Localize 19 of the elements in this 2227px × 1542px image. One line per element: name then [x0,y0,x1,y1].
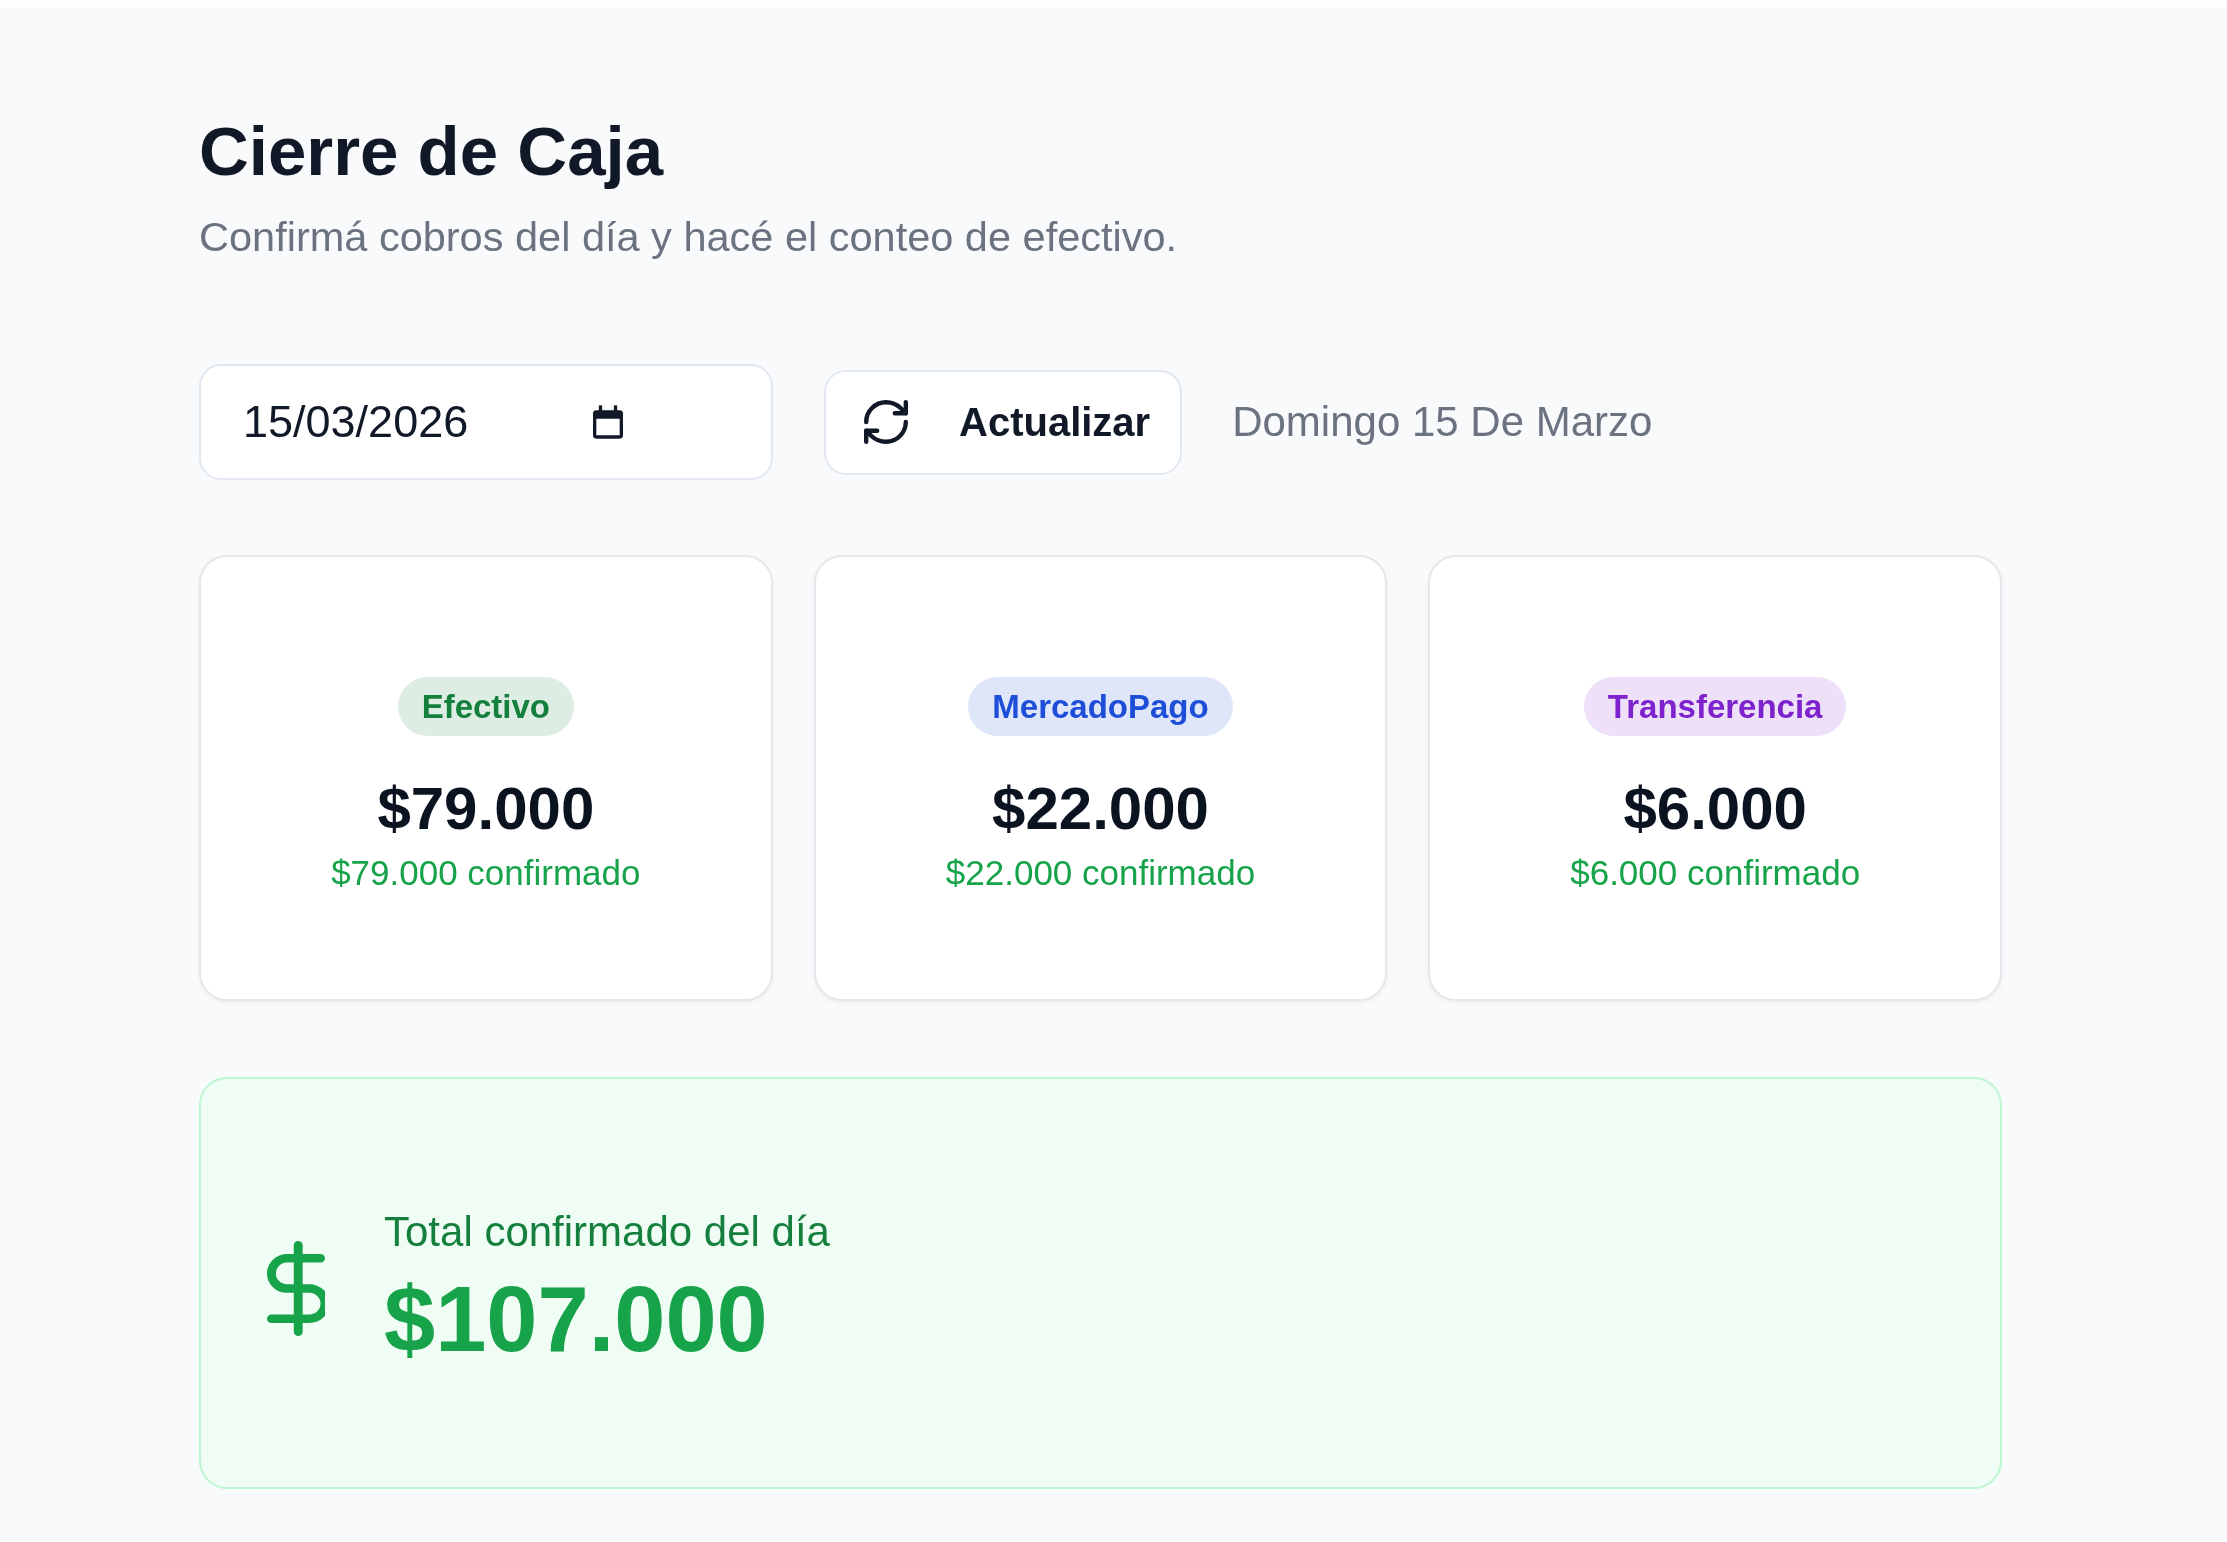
page-subtitle: Confirmá cobros del día y hacé el conteo de efectivo. [199,212,1178,262]
total-amount: $107.000 [384,1269,768,1369]
total-label: Total confirmado del día [384,1207,830,1257]
confirmed-amount: $6.000 confirmado [1570,851,1861,894]
page-title: Cierre de Caja [199,112,664,191]
confirmed-amount: $22.000 confirmado [945,851,1256,894]
date-label: Domingo 15 De Marzo [1232,398,1653,446]
card-amount: $6.000 [1623,773,1807,844]
date-field[interactable]: 15/03/2026 [199,364,773,480]
card-amount: $22.000 [992,773,1209,844]
calendar-icon[interactable] [593,405,623,439]
method-badge: MercadoPago [968,676,1233,736]
refresh-icon [864,400,908,444]
method-badge: Efectivo [397,676,574,736]
card-amount: $79.000 [377,773,595,844]
confirmed-amount: $79.000 confirmado [331,851,641,894]
dollar-sign-icon [267,1240,325,1336]
method-badge: Transferencia [1583,676,1847,736]
refresh-button[interactable]: Actualizar [824,369,1183,475]
